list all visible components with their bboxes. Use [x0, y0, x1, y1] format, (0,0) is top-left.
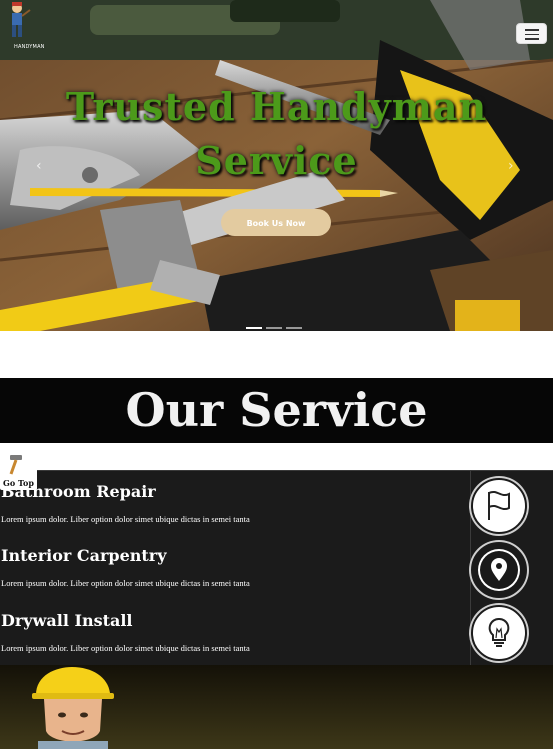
carousel-indicator-3[interactable]	[286, 327, 302, 329]
section-title: Our Service	[125, 383, 428, 437]
hero-title-line2: Service	[195, 138, 358, 183]
logo-icon[interactable]	[0, 0, 34, 42]
hero-title: Trusted Handyman Service	[0, 80, 553, 188]
carousel-indicator-1[interactable]	[246, 327, 262, 329]
service-item-description: Lorem ipsum dolor. Liber option dolor si…	[1, 643, 250, 653]
book-us-now-button[interactable]: Book Us Now	[221, 209, 331, 236]
carousel-indicators	[246, 314, 306, 331]
hero-title-line1: Trusted Handyman	[65, 84, 488, 129]
hero-carousel: HANDYMAN Trusted Handyman Service ‹ › Bo…	[0, 0, 553, 331]
service-item-title[interactable]: Interior Carpentry	[1, 546, 167, 565]
lightbulb-icon	[471, 605, 527, 661]
carousel-next-icon[interactable]: ›	[508, 158, 514, 174]
hammer-icon	[9, 455, 22, 475]
hamburger-menu-button[interactable]	[516, 23, 547, 44]
location-pin-icon	[471, 542, 527, 598]
go-top-label[interactable]: Go Top	[3, 478, 34, 488]
logo-text: HANDYMAN	[14, 44, 45, 50]
worker-image	[32, 667, 114, 749]
service-item-title[interactable]: Drywall Install	[1, 611, 133, 630]
carousel-prev-icon[interactable]: ‹	[36, 158, 42, 174]
service-item-description: Lorem ipsum dolor. Liber option dolor si…	[1, 578, 250, 588]
flag-icon	[471, 478, 527, 534]
service-item-description: Lorem ipsum dolor. Liber option dolor si…	[1, 514, 250, 524]
carousel-indicator-2[interactable]	[266, 327, 282, 329]
